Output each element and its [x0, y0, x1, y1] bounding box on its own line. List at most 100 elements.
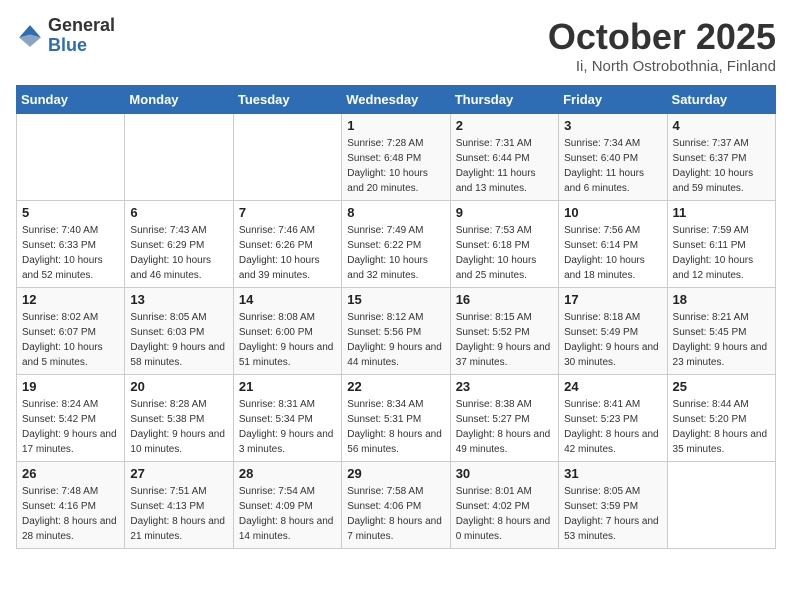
header-tuesday: Tuesday	[233, 86, 341, 114]
calendar-cell: 1 Sunrise: 7:28 AMSunset: 6:48 PMDaylight…	[342, 114, 450, 201]
calendar-cell	[17, 114, 125, 201]
day-info: Sunrise: 8:18 AMSunset: 5:49 PMDaylight:…	[564, 310, 661, 370]
month-title: October 2025	[548, 16, 776, 58]
day-number: 11	[673, 205, 770, 220]
header-thursday: Thursday	[450, 86, 558, 114]
day-info: Sunrise: 8:34 AMSunset: 5:31 PMDaylight:…	[347, 397, 444, 457]
calendar-cell: 5 Sunrise: 7:40 AMSunset: 6:33 PMDaylight…	[17, 201, 125, 288]
day-number: 26	[22, 466, 119, 481]
day-number: 31	[564, 466, 661, 481]
day-info: Sunrise: 7:28 AMSunset: 6:48 PMDaylight:…	[347, 136, 444, 196]
calendar-cell: 4 Sunrise: 7:37 AMSunset: 6:37 PMDaylight…	[667, 114, 775, 201]
logo-general-text: General	[48, 16, 115, 36]
day-number: 5	[22, 205, 119, 220]
title-block: October 2025 Ii, North Ostrobothnia, Fin…	[548, 16, 776, 75]
day-info: Sunrise: 7:43 AMSunset: 6:29 PMDaylight:…	[130, 223, 227, 283]
calendar-cell: 6 Sunrise: 7:43 AMSunset: 6:29 PMDaylight…	[125, 201, 233, 288]
calendar-cell: 12 Sunrise: 8:02 AMSunset: 6:07 PMDayligh…	[17, 288, 125, 375]
logo-text: General Blue	[48, 16, 115, 56]
day-number: 4	[673, 118, 770, 133]
day-info: Sunrise: 7:59 AMSunset: 6:11 PMDaylight:…	[673, 223, 770, 283]
header-row: SundayMondayTuesdayWednesdayThursdayFrid…	[17, 86, 776, 114]
location: Ii, North Ostrobothnia, Finland	[548, 58, 776, 75]
day-info: Sunrise: 7:53 AMSunset: 6:18 PMDaylight:…	[456, 223, 553, 283]
header-friday: Friday	[559, 86, 667, 114]
day-info: Sunrise: 8:31 AMSunset: 5:34 PMDaylight:…	[239, 397, 336, 457]
calendar-cell: 27 Sunrise: 7:51 AMSunset: 4:13 PMDayligh…	[125, 462, 233, 549]
day-info: Sunrise: 7:56 AMSunset: 6:14 PMDaylight:…	[564, 223, 661, 283]
calendar-cell: 21Sunrise: 8:31 AMSunset: 5:34 PMDayligh…	[233, 375, 341, 462]
day-number: 17	[564, 292, 661, 307]
page-header: General Blue October 2025 Ii, North Ostr…	[16, 16, 776, 75]
day-info: Sunrise: 7:58 AMSunset: 4:06 PMDaylight:…	[347, 484, 444, 544]
calendar-cell: 8Sunrise: 7:49 AMSunset: 6:22 PMDaylight…	[342, 201, 450, 288]
day-info: Sunrise: 7:31 AMSunset: 6:44 PMDaylight:…	[456, 136, 553, 196]
day-number: 23	[456, 379, 553, 394]
day-number: 13	[130, 292, 227, 307]
calendar-cell: 23Sunrise: 8:38 AMSunset: 5:27 PMDayligh…	[450, 375, 558, 462]
calendar-cell: 7 Sunrise: 7:46 AMSunset: 6:26 PMDaylight…	[233, 201, 341, 288]
calendar-cell: 26Sunrise: 7:48 AMSunset: 4:16 PMDayligh…	[17, 462, 125, 549]
day-number: 12	[22, 292, 119, 307]
logo-icon	[16, 22, 44, 50]
calendar-cell: 20Sunrise: 8:28 AMSunset: 5:38 PMDayligh…	[125, 375, 233, 462]
header-sunday: Sunday	[17, 86, 125, 114]
day-number: 25	[673, 379, 770, 394]
day-number: 20	[130, 379, 227, 394]
calendar-cell: 25 Sunrise: 8:44 AMSunset: 5:20 PMDayligh…	[667, 375, 775, 462]
day-info: Sunrise: 7:40 AMSunset: 6:33 PMDaylight:…	[22, 223, 119, 283]
calendar-cell: 22 Sunrise: 8:34 AMSunset: 5:31 PMDayligh…	[342, 375, 450, 462]
day-number: 10	[564, 205, 661, 220]
calendar-cell: 2Sunrise: 7:31 AMSunset: 6:44 PMDaylight…	[450, 114, 558, 201]
calendar-cell: 29 Sunrise: 7:58 AMSunset: 4:06 PMDayligh…	[342, 462, 450, 549]
day-number: 1	[347, 118, 444, 133]
day-number: 8	[347, 205, 444, 220]
day-number: 16	[456, 292, 553, 307]
day-number: 27	[130, 466, 227, 481]
day-info: Sunrise: 8:15 AMSunset: 5:52 PMDaylight:…	[456, 310, 553, 370]
day-info: Sunrise: 8:05 AMSunset: 3:59 PMDaylight:…	[564, 484, 661, 544]
calendar-cell: 11 Sunrise: 7:59 AMSunset: 6:11 PMDayligh…	[667, 201, 775, 288]
day-number: 3	[564, 118, 661, 133]
day-number: 7	[239, 205, 336, 220]
day-info: Sunrise: 8:08 AMSunset: 6:00 PMDaylight:…	[239, 310, 336, 370]
calendar-cell	[233, 114, 341, 201]
calendar-cell: 9 Sunrise: 7:53 AMSunset: 6:18 PMDaylight…	[450, 201, 558, 288]
day-info: Sunrise: 8:21 AMSunset: 5:45 PMDaylight:…	[673, 310, 770, 370]
day-info: Sunrise: 7:46 AMSunset: 6:26 PMDaylight:…	[239, 223, 336, 283]
week-row-5: 26Sunrise: 7:48 AMSunset: 4:16 PMDayligh…	[17, 462, 776, 549]
header-monday: Monday	[125, 86, 233, 114]
calendar-cell: 16 Sunrise: 8:15 AMSunset: 5:52 PMDayligh…	[450, 288, 558, 375]
header-saturday: Saturday	[667, 86, 775, 114]
week-row-4: 19 Sunrise: 8:24 AMSunset: 5:42 PMDayligh…	[17, 375, 776, 462]
week-row-1: 1 Sunrise: 7:28 AMSunset: 6:48 PMDaylight…	[17, 114, 776, 201]
header-wednesday: Wednesday	[342, 86, 450, 114]
day-info: Sunrise: 8:02 AMSunset: 6:07 PMDaylight:…	[22, 310, 119, 370]
week-row-3: 12 Sunrise: 8:02 AMSunset: 6:07 PMDayligh…	[17, 288, 776, 375]
calendar-cell	[667, 462, 775, 549]
day-number: 6	[130, 205, 227, 220]
logo: General Blue	[16, 16, 115, 56]
day-number: 18	[673, 292, 770, 307]
calendar-cell: 15Sunrise: 8:12 AMSunset: 5:56 PMDayligh…	[342, 288, 450, 375]
day-number: 14	[239, 292, 336, 307]
day-info: Sunrise: 8:24 AMSunset: 5:42 PMDaylight:…	[22, 397, 119, 457]
day-number: 9	[456, 205, 553, 220]
day-info: Sunrise: 7:54 AMSunset: 4:09 PMDaylight:…	[239, 484, 336, 544]
logo-blue-text: Blue	[48, 36, 115, 56]
day-info: Sunrise: 7:51 AMSunset: 4:13 PMDaylight:…	[130, 484, 227, 544]
day-number: 29	[347, 466, 444, 481]
week-row-2: 5 Sunrise: 7:40 AMSunset: 6:33 PMDaylight…	[17, 201, 776, 288]
day-number: 30	[456, 466, 553, 481]
calendar-cell: 19 Sunrise: 8:24 AMSunset: 5:42 PMDayligh…	[17, 375, 125, 462]
calendar-cell: 17 Sunrise: 8:18 AMSunset: 5:49 PMDayligh…	[559, 288, 667, 375]
day-number: 15	[347, 292, 444, 307]
day-info: Sunrise: 7:34 AMSunset: 6:40 PMDaylight:…	[564, 136, 661, 196]
day-number: 19	[22, 379, 119, 394]
calendar-cell: 18 Sunrise: 8:21 AMSunset: 5:45 PMDayligh…	[667, 288, 775, 375]
calendar-cell: 13Sunrise: 8:05 AMSunset: 6:03 PMDayligh…	[125, 288, 233, 375]
day-info: Sunrise: 8:44 AMSunset: 5:20 PMDaylight:…	[673, 397, 770, 457]
day-number: 22	[347, 379, 444, 394]
day-info: Sunrise: 7:37 AMSunset: 6:37 PMDaylight:…	[673, 136, 770, 196]
day-info: Sunrise: 8:01 AMSunset: 4:02 PMDaylight:…	[456, 484, 553, 544]
